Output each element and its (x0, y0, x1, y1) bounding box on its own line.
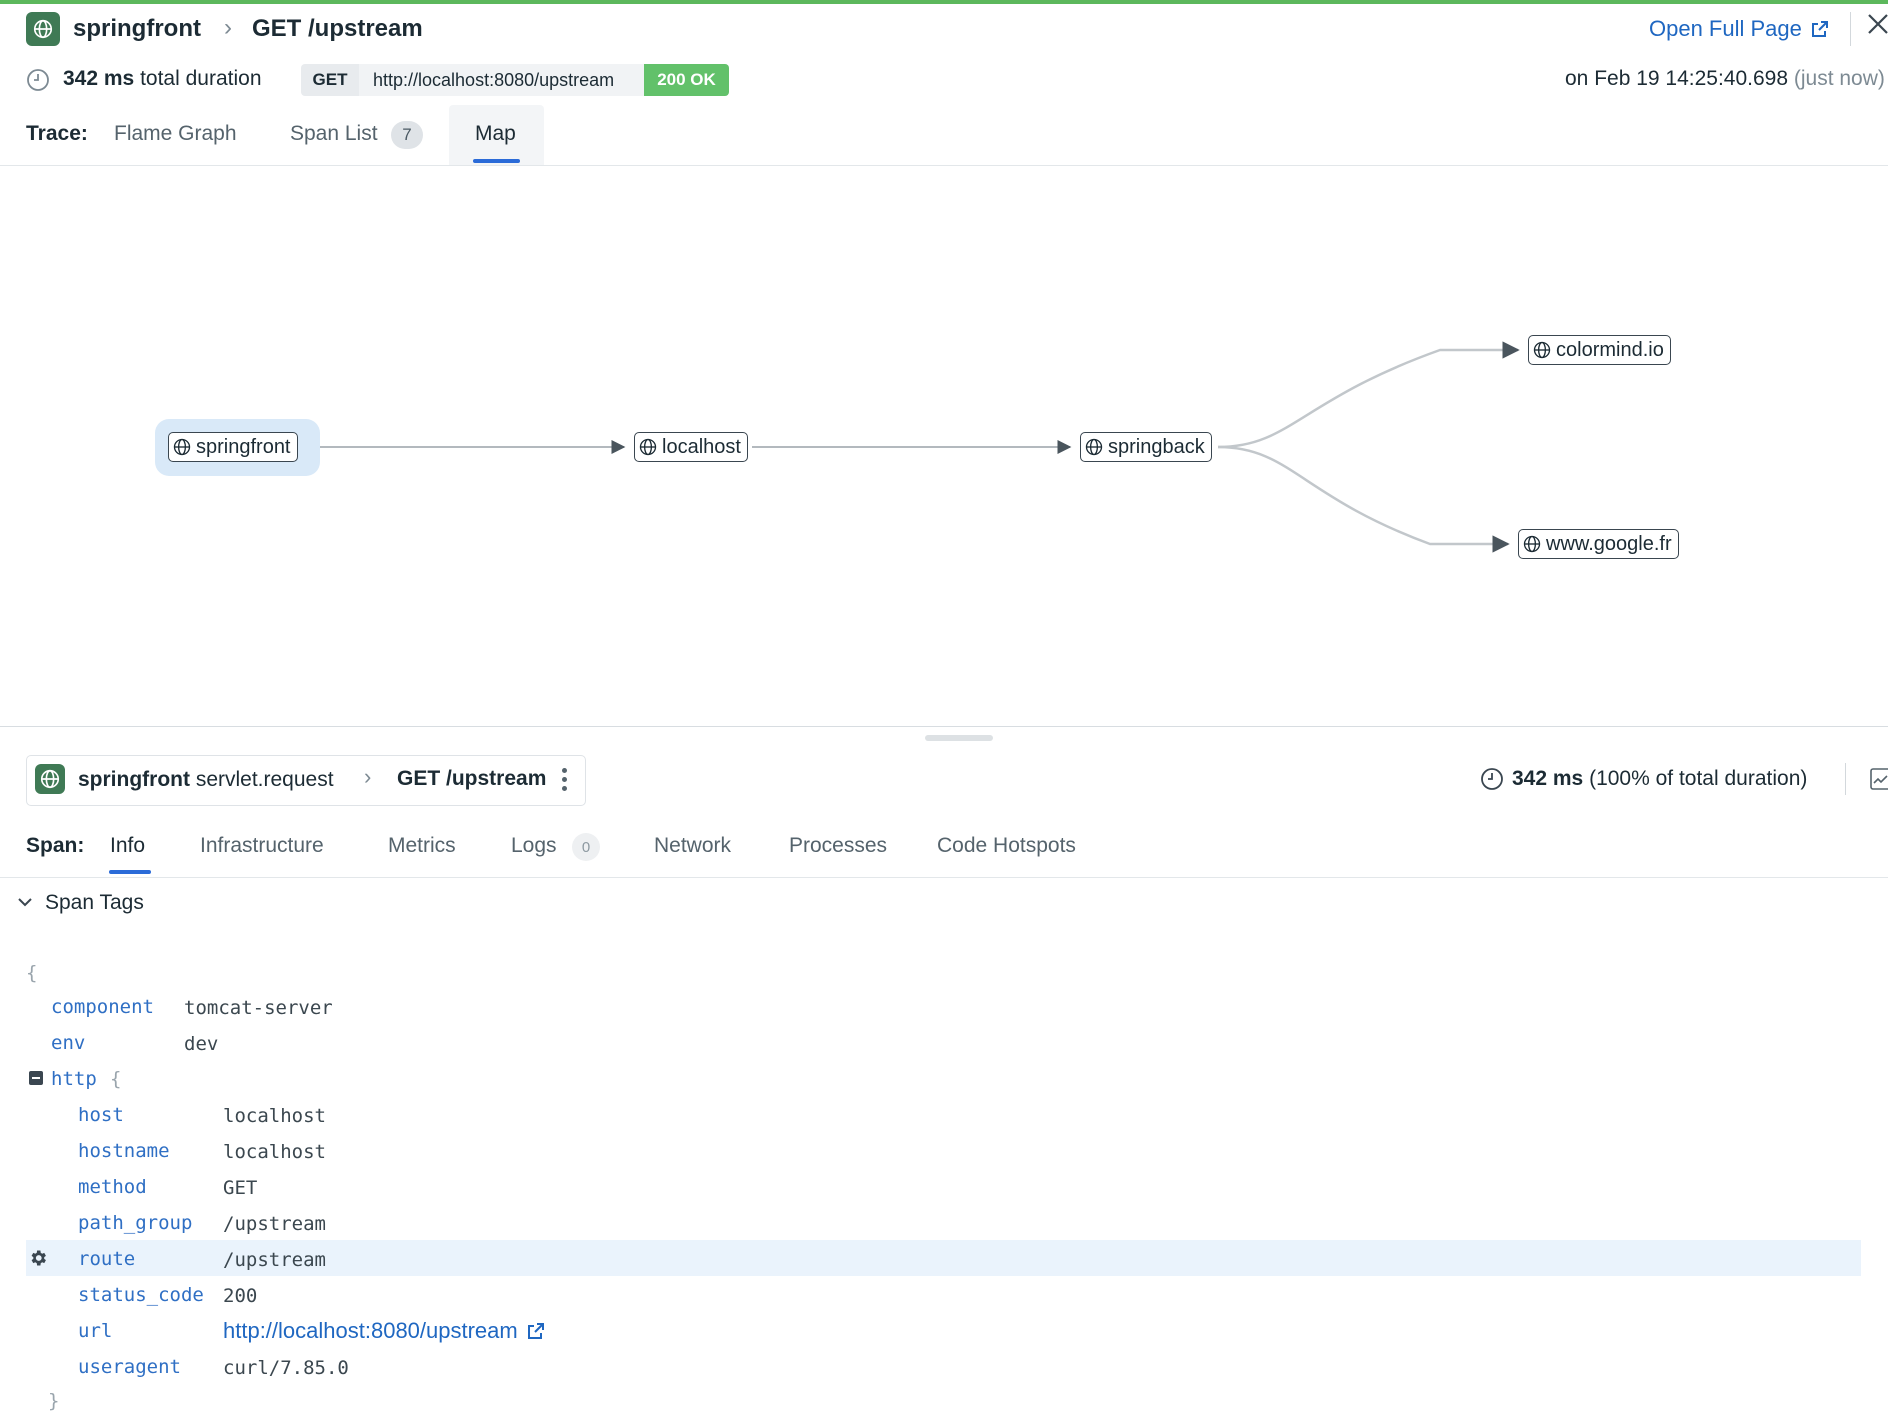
tag-value-component[interactable]: tomcat-server (184, 997, 333, 1019)
header-divider (1850, 12, 1851, 46)
relative-time: (just now) (1793, 67, 1885, 90)
edge-springback-colormind (1217, 341, 1520, 449)
tag-key-hostname: hostname (78, 1140, 170, 1162)
tab-info[interactable]: Info (110, 834, 145, 858)
collapse-http-icon[interactable] (29, 1071, 43, 1085)
node-label: springback (1108, 435, 1205, 458)
tab-map-underline (473, 159, 520, 163)
span-tabs-divider (0, 877, 1888, 878)
globe-icon (639, 438, 657, 456)
tag-key-status-code: status_code (78, 1284, 204, 1306)
top-accent-bar (0, 0, 1888, 4)
tag-key-path-group: path_group (78, 1212, 193, 1234)
total-duration-value: 342 ms (63, 67, 135, 90)
node-label: colormind.io (1556, 338, 1664, 361)
resize-handle[interactable] (925, 735, 993, 741)
tab-processes[interactable]: Processes (789, 834, 887, 858)
panel-divider (0, 726, 1888, 727)
open-full-page-link[interactable]: Open Full Page (1649, 16, 1830, 42)
json-open-brace: { (26, 962, 38, 984)
tab-info-underline (109, 870, 151, 874)
globe-icon (1085, 438, 1103, 456)
tag-value-url-link[interactable]: http://localhost:8080/upstream (223, 1318, 546, 1344)
external-link-icon (527, 1323, 544, 1339)
span-clock-icon (1480, 767, 1504, 796)
tab-logs[interactable]: Logs (511, 834, 557, 858)
total-duration-label: total duration (140, 67, 262, 90)
breadcrumb-chevron-icon: › (224, 14, 232, 41)
status-badge: 200 OK (644, 64, 729, 96)
total-duration: 342 ms total duration (63, 67, 262, 91)
clock-icon (26, 68, 50, 97)
http-method-badge: GET (301, 64, 359, 96)
span-resource: GET /upstream (397, 767, 547, 790)
tab-network[interactable]: Network (654, 834, 731, 858)
span-count-badge: 7 (391, 121, 423, 149)
gear-icon[interactable] (28, 1248, 48, 1273)
tag-value-useragent[interactable]: curl/7.85.0 (223, 1357, 349, 1379)
node-label: springfront (196, 435, 291, 458)
map-node-google[interactable]: www.google.fr (1518, 529, 1679, 559)
globe-icon (1523, 535, 1541, 553)
logs-count-badge: 0 (572, 833, 600, 861)
tag-key-method: method (78, 1176, 147, 1198)
breadcrumb-service[interactable]: springfront (73, 15, 201, 43)
timestamp-value: on Feb 19 14:25:40.698 (1565, 67, 1789, 90)
span-duration: 342 ms (100% of total duration) (1512, 767, 1807, 791)
service-globe-icon (26, 12, 60, 46)
tag-value-url: http://localhost:8080/upstream (223, 1318, 518, 1343)
chart-icon[interactable] (1870, 768, 1888, 795)
external-link-icon (1811, 21, 1828, 37)
tag-value-status-code[interactable]: 200 (223, 1285, 257, 1307)
span-name: springfront servlet.request (78, 768, 334, 792)
tab-map[interactable]: Map (475, 122, 516, 146)
tag-key-env: env (51, 1032, 86, 1054)
span-chevron-icon: › (364, 764, 372, 789)
breadcrumb-resource: GET /upstream (252, 15, 423, 42)
open-full-page-label: Open Full Page (1649, 16, 1802, 41)
tab-metrics[interactable]: Metrics (388, 834, 456, 858)
globe-icon (1533, 341, 1551, 359)
span-duration-value: 342 ms (1512, 767, 1584, 790)
node-label: www.google.fr (1546, 532, 1672, 555)
node-label: localhost (662, 435, 741, 458)
tab-code-hotspots[interactable]: Code Hotspots (937, 834, 1076, 858)
span-service: springfront (78, 768, 190, 791)
span-duration-label: (100% of total duration) (1589, 767, 1808, 790)
map-node-springfront[interactable]: springfront (168, 432, 298, 462)
edge-springback-google (1217, 445, 1510, 553)
map-node-colormind[interactable]: colormind.io (1528, 335, 1671, 365)
map-node-localhost[interactable]: localhost (634, 432, 748, 462)
tag-value-host[interactable]: localhost (223, 1105, 326, 1127)
tag-value-path-group[interactable]: /upstream (223, 1213, 326, 1235)
span-operation: servlet.request (195, 768, 334, 791)
map-node-springback[interactable]: springback (1080, 432, 1212, 462)
tab-flame-graph[interactable]: Flame Graph (114, 122, 237, 146)
trace-timestamp: on Feb 19 14:25:40.698 (just now) (1565, 67, 1885, 91)
tab-infrastructure[interactable]: Infrastructure (200, 834, 324, 858)
span-tags-title[interactable]: Span Tags (45, 891, 144, 915)
span-tabs-label: Span: (26, 834, 85, 857)
tag-key-component: component (51, 996, 154, 1018)
tag-value-route[interactable]: /upstream (223, 1249, 326, 1271)
tag-key-url: url (78, 1320, 113, 1342)
tag-value-hostname[interactable]: localhost (223, 1141, 326, 1163)
globe-icon (173, 438, 191, 456)
more-options-icon[interactable] (562, 768, 568, 795)
tab-span-list[interactable]: Span List (290, 122, 378, 146)
tag-key-http: http (51, 1068, 97, 1090)
tag-value-env[interactable]: dev (184, 1033, 218, 1055)
collapse-chevron-icon[interactable] (16, 893, 34, 916)
trace-tabs-label: Trace: (26, 122, 88, 145)
tag-key-host: host (78, 1104, 124, 1126)
close-icon[interactable] (1866, 12, 1888, 41)
http-open-brace: { (110, 1068, 122, 1090)
span-header-divider (1845, 763, 1846, 795)
tag-value-method[interactable]: GET (223, 1177, 257, 1199)
tag-key-route: route (78, 1248, 136, 1270)
tag-key-useragent: useragent (78, 1356, 181, 1378)
http-url: http://localhost:8080/upstream (359, 64, 644, 96)
span-service-globe-icon (35, 764, 65, 794)
http-close-brace: } (48, 1390, 60, 1412)
